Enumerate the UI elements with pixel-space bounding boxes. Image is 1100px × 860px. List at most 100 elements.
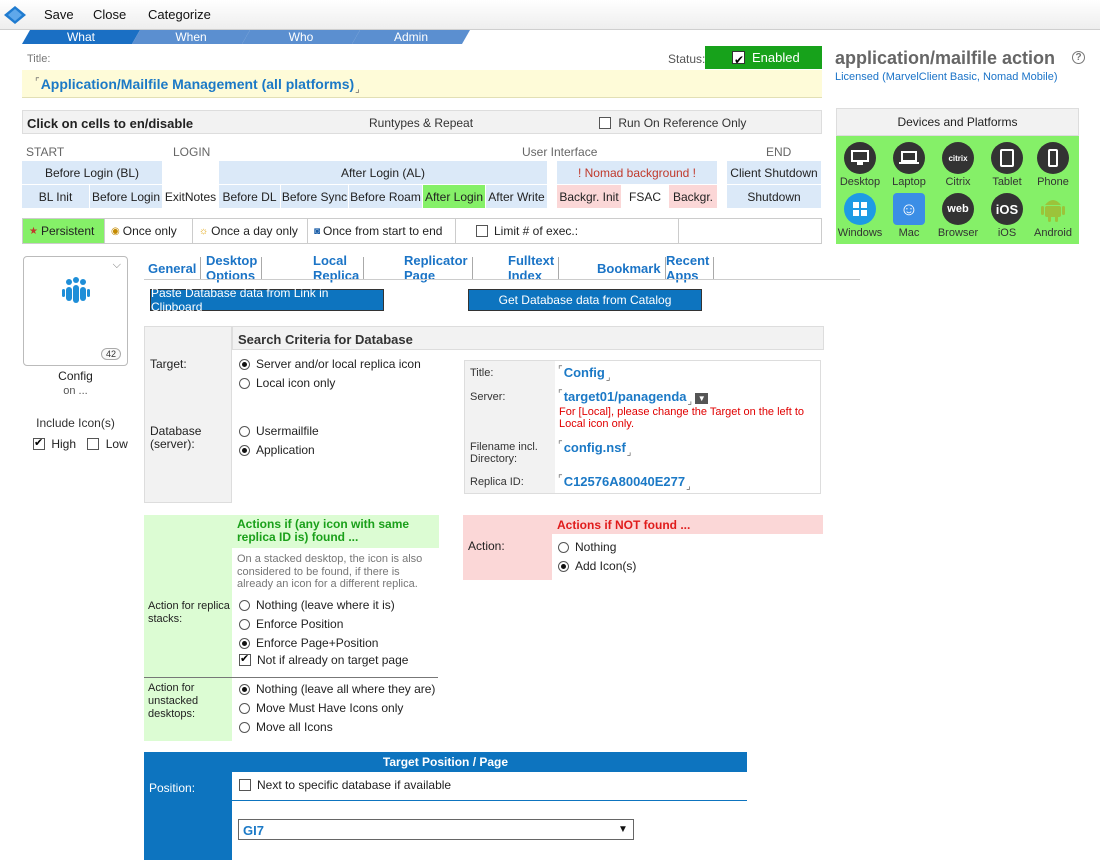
- cell-backgr-init[interactable]: Backgr. Init: [557, 185, 622, 208]
- device-tablet[interactable]: Tablet: [983, 142, 1031, 188]
- platform-mac[interactable]: ☺ Mac: [885, 193, 933, 239]
- save-button[interactable]: Save: [44, 7, 74, 22]
- cell-before-sync[interactable]: Before Sync: [281, 185, 349, 208]
- cell-after-write[interactable]: After Write: [486, 185, 548, 208]
- wizard-tab-admin[interactable]: Admin: [352, 30, 470, 44]
- stack-option-nothing[interactable]: Nothing (leave where it is): [239, 598, 395, 612]
- platform-browser-label: Browser: [937, 227, 979, 239]
- cell-after-login-al[interactable]: After Login (AL): [219, 161, 548, 184]
- cell-exitnotes[interactable]: ExitNotes: [163, 185, 219, 208]
- cell-after-login[interactable]: After Login: [423, 185, 486, 208]
- include-low-checkbox[interactable]: [87, 438, 100, 450]
- platform-browser[interactable]: web Browser: [934, 193, 982, 239]
- platform-android[interactable]: Android: [1029, 193, 1077, 239]
- server-dropdown-icon[interactable]: ▼: [695, 393, 709, 404]
- unstacked-option-must-have[interactable]: Move Must Have Icons only: [239, 701, 403, 715]
- repeat-once-start-end[interactable]: ◙ Once from start to end: [308, 219, 456, 243]
- not-on-target-checkbox[interactable]: [239, 652, 251, 666]
- cell-before-dl[interactable]: Before DL: [219, 185, 281, 208]
- limit-checkbox[interactable]: [476, 225, 488, 237]
- chevron-down-icon[interactable]: ⌵: [113, 259, 121, 272]
- cell-client-shutdown[interactable]: Client Shutdown: [727, 161, 822, 184]
- not-on-target-option[interactable]: Not if already on target page: [239, 652, 408, 667]
- title-field[interactable]: Application/Mailfile Management (all pla…: [22, 70, 822, 98]
- wizard-tab-who[interactable]: Who: [242, 30, 360, 44]
- cell-shutdown[interactable]: Shutdown: [727, 185, 822, 208]
- run-on-reference-checkbox[interactable]: [599, 117, 611, 129]
- device-laptop[interactable]: Laptop: [885, 142, 933, 188]
- run-on-reference-option[interactable]: Run On Reference Only: [599, 116, 746, 130]
- status-checkbox[interactable]: [732, 49, 745, 72]
- stack-enforce-page-position-radio[interactable]: [239, 638, 250, 649]
- unstacked-all-radio[interactable]: [239, 722, 250, 733]
- db-server-field[interactable]: target01/panagenda▼: [558, 389, 709, 404]
- stack-option-enforce-position[interactable]: Enforce Position: [239, 617, 343, 631]
- categorize-button[interactable]: Categorize: [148, 7, 211, 22]
- close-button[interactable]: Close: [93, 7, 126, 22]
- wizard-tab-when[interactable]: When: [132, 30, 250, 44]
- cell-fsac[interactable]: FSAC: [622, 185, 669, 208]
- db-option-usermailfile[interactable]: Usermailfile: [239, 424, 319, 438]
- tab-replicator-page[interactable]: Replicator Page: [400, 253, 473, 283]
- device-phone[interactable]: Phone: [1029, 142, 1077, 188]
- db-application-radio[interactable]: [239, 445, 250, 456]
- help-icon[interactable]: ?: [1072, 51, 1085, 64]
- db-replica-field[interactable]: C12576A80040E277: [558, 474, 691, 489]
- stack-option-enforce-page-position[interactable]: Enforce Page+Position: [239, 636, 378, 650]
- found-note: On a stacked desktop, the icon is also c…: [237, 553, 423, 590]
- unstacked-nothing-label: Nothing (leave all where they are): [256, 682, 436, 696]
- repeat-once-only[interactable]: ◉ Once only: [105, 219, 193, 243]
- license-link[interactable]: Licensed (MarvelClient Basic, Nomad Mobi…: [835, 71, 1058, 83]
- cell-before-login[interactable]: Before Login: [90, 185, 163, 208]
- target-position-labels: Position:: [144, 772, 232, 860]
- get-from-catalog-button[interactable]: Get Database data from Catalog: [468, 289, 702, 311]
- status-enabled-toggle[interactable]: Enabled: [705, 46, 822, 72]
- cell-nomad-background[interactable]: ! Nomad background !: [557, 161, 718, 184]
- tab-local-replica[interactable]: Local Replica: [309, 253, 365, 283]
- not-found-option-add[interactable]: Add Icon(s): [558, 559, 636, 573]
- cell-before-roam[interactable]: Before Roam: [349, 185, 423, 208]
- wizard-tab-what[interactable]: What: [22, 30, 140, 44]
- platform-ios[interactable]: iOS iOS: [983, 193, 1031, 239]
- not-found-option-nothing[interactable]: Nothing: [558, 540, 616, 554]
- cell-bl-init[interactable]: BL Init: [22, 185, 90, 208]
- paste-from-clipboard-button[interactable]: Paste Database data from Link in Clipboa…: [150, 286, 384, 314]
- next-to-db-checkbox[interactable]: [239, 779, 251, 791]
- unstacked-option-nothing[interactable]: Nothing (leave all where they are): [239, 682, 435, 696]
- not-found-nothing-radio[interactable]: [558, 542, 569, 553]
- device-citrix[interactable]: citrix Citrix: [934, 142, 982, 188]
- db-option-application[interactable]: Application: [239, 443, 315, 457]
- stack-nothing-radio[interactable]: [239, 600, 250, 611]
- target-option-server[interactable]: Server and/or local replica icon: [239, 357, 421, 371]
- target-server-radio[interactable]: [239, 359, 250, 370]
- unstacked-all-label: Move all Icons: [256, 720, 333, 734]
- repeat-once-a-day[interactable]: ☼ Once a day only: [193, 219, 308, 243]
- tab-fulltext-index[interactable]: Fulltext Index: [504, 253, 560, 283]
- platform-windows[interactable]: Windows: [836, 193, 884, 239]
- tab-desktop-options[interactable]: Desktop Options: [202, 253, 263, 283]
- include-high-checkbox[interactable]: [33, 436, 45, 450]
- repeat-limit[interactable]: Limit # of exec.:: [456, 219, 679, 243]
- cell-backgr[interactable]: Backgr.: [669, 185, 718, 208]
- next-to-db-option[interactable]: Next to specific database if available: [239, 778, 451, 792]
- database-icon-card[interactable]: ⌵ 42: [23, 256, 128, 366]
- cell-before-login-bl[interactable]: Before Login (BL): [22, 161, 163, 184]
- tab-bookmark[interactable]: Bookmark: [593, 257, 666, 279]
- not-found-add-radio[interactable]: [558, 561, 569, 572]
- db-title-field[interactable]: Config: [558, 365, 611, 380]
- target-local-radio[interactable]: [239, 378, 250, 389]
- chevron-down-icon[interactable]: ▼: [616, 823, 630, 837]
- device-desktop[interactable]: Desktop: [836, 142, 884, 188]
- stack-enforce-position-radio[interactable]: [239, 619, 250, 630]
- db-filename-field[interactable]: config.nsf: [558, 440, 631, 455]
- target-option-local[interactable]: Local icon only: [239, 376, 335, 390]
- db-usermailfile-radio[interactable]: [239, 426, 250, 437]
- unstacked-option-all[interactable]: Move all Icons: [239, 720, 333, 734]
- repeat-persistent[interactable]: ★ Persistent: [23, 219, 105, 243]
- tab-general[interactable]: General: [144, 257, 202, 279]
- db-server-label: Server:: [470, 391, 506, 403]
- target-page-select[interactable]: GI7 ▼: [238, 819, 634, 840]
- tab-recent-apps[interactable]: Recent Apps: [662, 253, 715, 283]
- unstacked-must-have-radio[interactable]: [239, 703, 250, 714]
- unstacked-nothing-radio[interactable]: [239, 684, 250, 695]
